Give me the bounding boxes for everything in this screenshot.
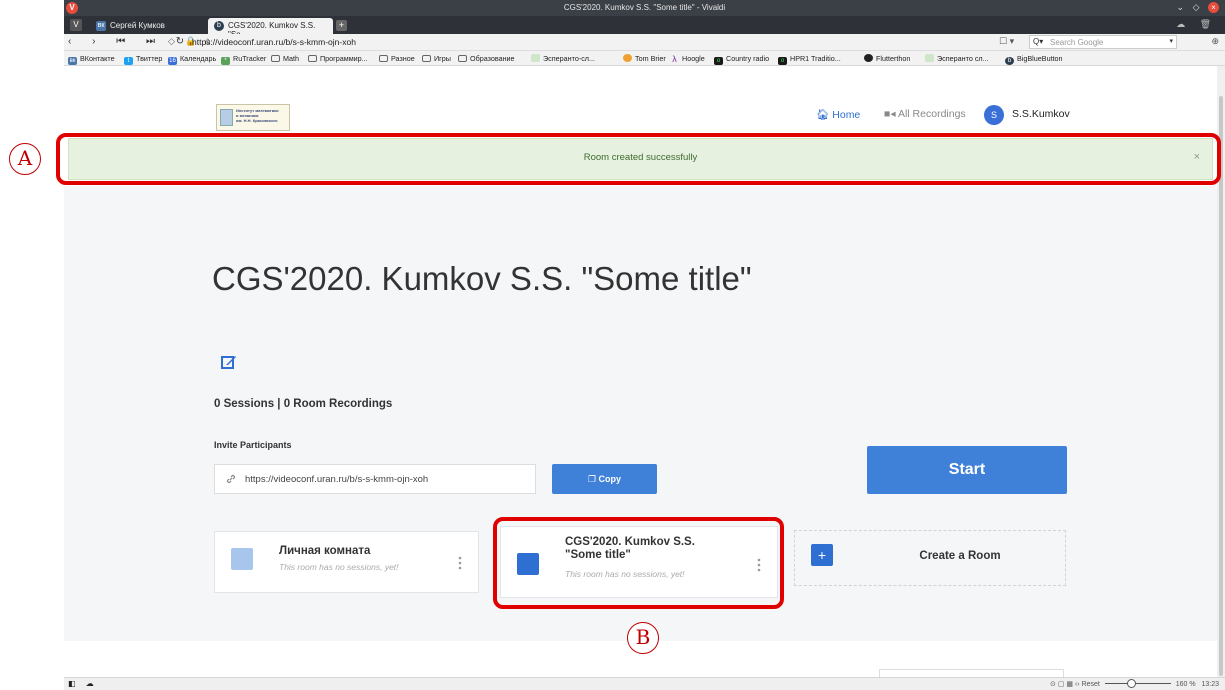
radio-icon: o	[714, 57, 723, 65]
bookmark-folder[interactable]: Программир...	[308, 54, 368, 63]
folder-icon	[422, 55, 431, 62]
radio-icon: o	[778, 57, 787, 65]
zoom-level: 160 %	[1175, 681, 1196, 688]
more-options-icon[interactable]	[458, 556, 462, 570]
url-field[interactable]: https://videoconf.uran.ru/b/s-s-kmm-ojn-…	[192, 37, 356, 47]
bookmark-icon[interactable]: ☐ ▾	[999, 36, 1014, 47]
institute-logo[interactable]: Институт математики и механики им. Н.Н. …	[216, 104, 290, 131]
folder-icon	[271, 55, 280, 62]
vk-icon: вк	[68, 57, 77, 65]
start-button[interactable]: Start	[867, 446, 1067, 494]
home-icon: 🏠︎	[816, 109, 830, 121]
nav-recordings-link[interactable]: ■◂ All Recordings	[884, 108, 966, 120]
copy-icon: ❐	[587, 474, 597, 484]
close-window-icon[interactable]: ×	[1208, 2, 1219, 13]
statusbar-right: ⊙ ▢ ▦ ‹› Reset 160 % 13:23	[1050, 679, 1219, 688]
extension-icon[interactable]: ⊕	[1211, 36, 1219, 47]
tombrier-icon	[623, 54, 632, 62]
folder-icon	[308, 55, 317, 62]
create-room-card[interactable]: + Create a Room	[794, 530, 1066, 586]
search-dropdown-icon[interactable]: ▾	[1169, 37, 1173, 45]
bookmark-item[interactable]: 16 Календарь	[168, 54, 216, 65]
bookmark-folder[interactable]: Разное	[379, 54, 415, 63]
link-icon	[226, 474, 236, 484]
room-card-name: Личная комната	[279, 545, 371, 557]
calendar-icon: 16	[168, 57, 177, 65]
home-room-icon	[231, 548, 253, 570]
create-room-label: Create a Room	[919, 550, 1001, 562]
esperanto-icon	[531, 54, 540, 62]
nav-home-link[interactable]: 🏠︎ Home	[816, 108, 860, 121]
statusbar-left-icons[interactable]: ◧ ☁	[68, 679, 98, 688]
new-tab-icon[interactable]: +	[336, 20, 347, 31]
twitter-icon: t	[124, 57, 133, 65]
statusbar-icons[interactable]: ⊙ ▢ ▦ ‹›	[1050, 681, 1080, 688]
room-stats: 0 Sessions | 0 Room Recordings	[214, 398, 393, 410]
invite-url-field[interactable]: https://videoconf.uran.ru/b/s-s-kmm-ojn-…	[214, 464, 536, 494]
search-placeholder: Search Google	[1050, 38, 1104, 47]
annotation-label-a: A	[9, 143, 41, 175]
zoom-slider-knob[interactable]	[1126, 679, 1136, 688]
zoom-slider[interactable]	[1104, 679, 1171, 688]
bookmark-item[interactable]: t Твиттер	[124, 54, 162, 65]
bookmark-item[interactable]: Эсперанто сл...	[925, 54, 989, 63]
window-titlebar: V CGS'2020. Kumkov S.S. "Some title" - V…	[64, 0, 1225, 16]
copy-button[interactable]: ❐ Copy	[552, 464, 657, 494]
screenshot-frame: V CGS'2020. Kumkov S.S. "Some title" - V…	[0, 0, 1225, 690]
zoom-reset-button[interactable]: Reset	[1082, 681, 1100, 688]
tab-bar: V вк Сергей Кумков b CGS'2020. Kumkov S.…	[64, 16, 1225, 39]
bookmark-item[interactable]: λ Hoogle	[670, 54, 705, 64]
bookmark-item[interactable]: Tom Brier	[623, 54, 666, 63]
annotation-label-b: B	[627, 622, 659, 654]
rutracker-icon: *	[221, 57, 230, 65]
bookmark-folder[interactable]: Игры	[422, 54, 451, 63]
room-title: CGS'2020. Kumkov S.S. "Some title"	[212, 260, 752, 297]
bookmark-item[interactable]: Эсперанто-сл...	[531, 54, 595, 63]
footer-element	[879, 669, 1064, 677]
clock: 13:23	[1201, 681, 1219, 688]
window-controls[interactable]: ⌄ ◇ ×	[1177, 2, 1219, 13]
bookmark-folder[interactable]: Образование	[458, 54, 515, 63]
tabbar-right-icons[interactable]: ☁ 🗑	[1176, 19, 1217, 30]
status-bar: ◧ ☁ ⊙ ▢ ▦ ‹› Reset 160 % 13:23	[64, 677, 1225, 690]
annotation-box-a	[56, 133, 1221, 185]
esperanto-icon	[925, 54, 934, 62]
room-card-status: This room has no sessions, yet!	[279, 562, 399, 572]
bookmarks-bar: вк ВКонтакте t Твиттер 16 Календарь * RuTrac…	[64, 51, 1225, 66]
scrollbar-thumb[interactable]	[1219, 96, 1223, 676]
edit-icon[interactable]	[221, 354, 237, 370]
room-card-personal[interactable]: Личная комната This room has no sessions…	[214, 531, 479, 593]
bookmark-item[interactable]: Flutterthon	[864, 54, 910, 63]
window-title: CGS'2020. Kumkov S.S. "Some title" - Viv…	[563, 3, 726, 12]
bookmark-item[interactable]: o HPR1 Traditio...	[778, 54, 841, 65]
bookmark-item[interactable]: * RuTracker	[221, 54, 266, 65]
bigbluebutton-icon: b	[1005, 57, 1014, 65]
bookmark-item[interactable]: вк ВКонтакте	[68, 54, 115, 65]
tab-vk[interactable]: вк Сергей Кумков	[90, 18, 205, 34]
github-icon	[864, 54, 873, 62]
bookmark-item[interactable]: b BigBlueButton	[1005, 54, 1063, 65]
plus-icon: +	[811, 544, 833, 566]
address-bar: ‹ › ⏮ ⏭ ↻ ⌂ ◇ 🔒 https://videoconf.uran.r…	[64, 34, 1225, 51]
invite-label: Invite Participants	[214, 440, 292, 450]
tab-label: Сергей Кумков	[110, 21, 165, 30]
annotation-box-b	[493, 517, 784, 609]
folder-icon	[379, 55, 388, 62]
lambda-icon: λ	[672, 54, 677, 64]
video-camera-icon: ■◂	[884, 108, 896, 120]
building-icon	[220, 109, 233, 126]
search-engine-icon[interactable]: Q▾	[1033, 37, 1043, 46]
search-field[interactable]: Q▾ Search Google ▾	[1029, 35, 1177, 49]
bookmark-item[interactable]: o Country radio	[714, 54, 769, 65]
bookmark-folder[interactable]: Math	[271, 54, 299, 63]
bigbluebutton-favicon-icon: b	[214, 21, 224, 31]
user-avatar[interactable]: S	[984, 105, 1004, 125]
logo-text: Институт математики и механики им. Н.Н. …	[236, 108, 279, 123]
invite-url-value: https://videoconf.uran.ru/b/s-s-kmm-ojn-…	[245, 474, 429, 485]
vk-favicon-icon: вк	[96, 21, 106, 31]
panel-toggle-icon[interactable]: V	[70, 19, 82, 31]
user-name[interactable]: S.S.Kumkov	[1012, 108, 1070, 120]
tab-videoconf[interactable]: b CGS'2020. Kumkov S.S. "So	[208, 18, 333, 39]
folder-icon	[458, 55, 467, 62]
